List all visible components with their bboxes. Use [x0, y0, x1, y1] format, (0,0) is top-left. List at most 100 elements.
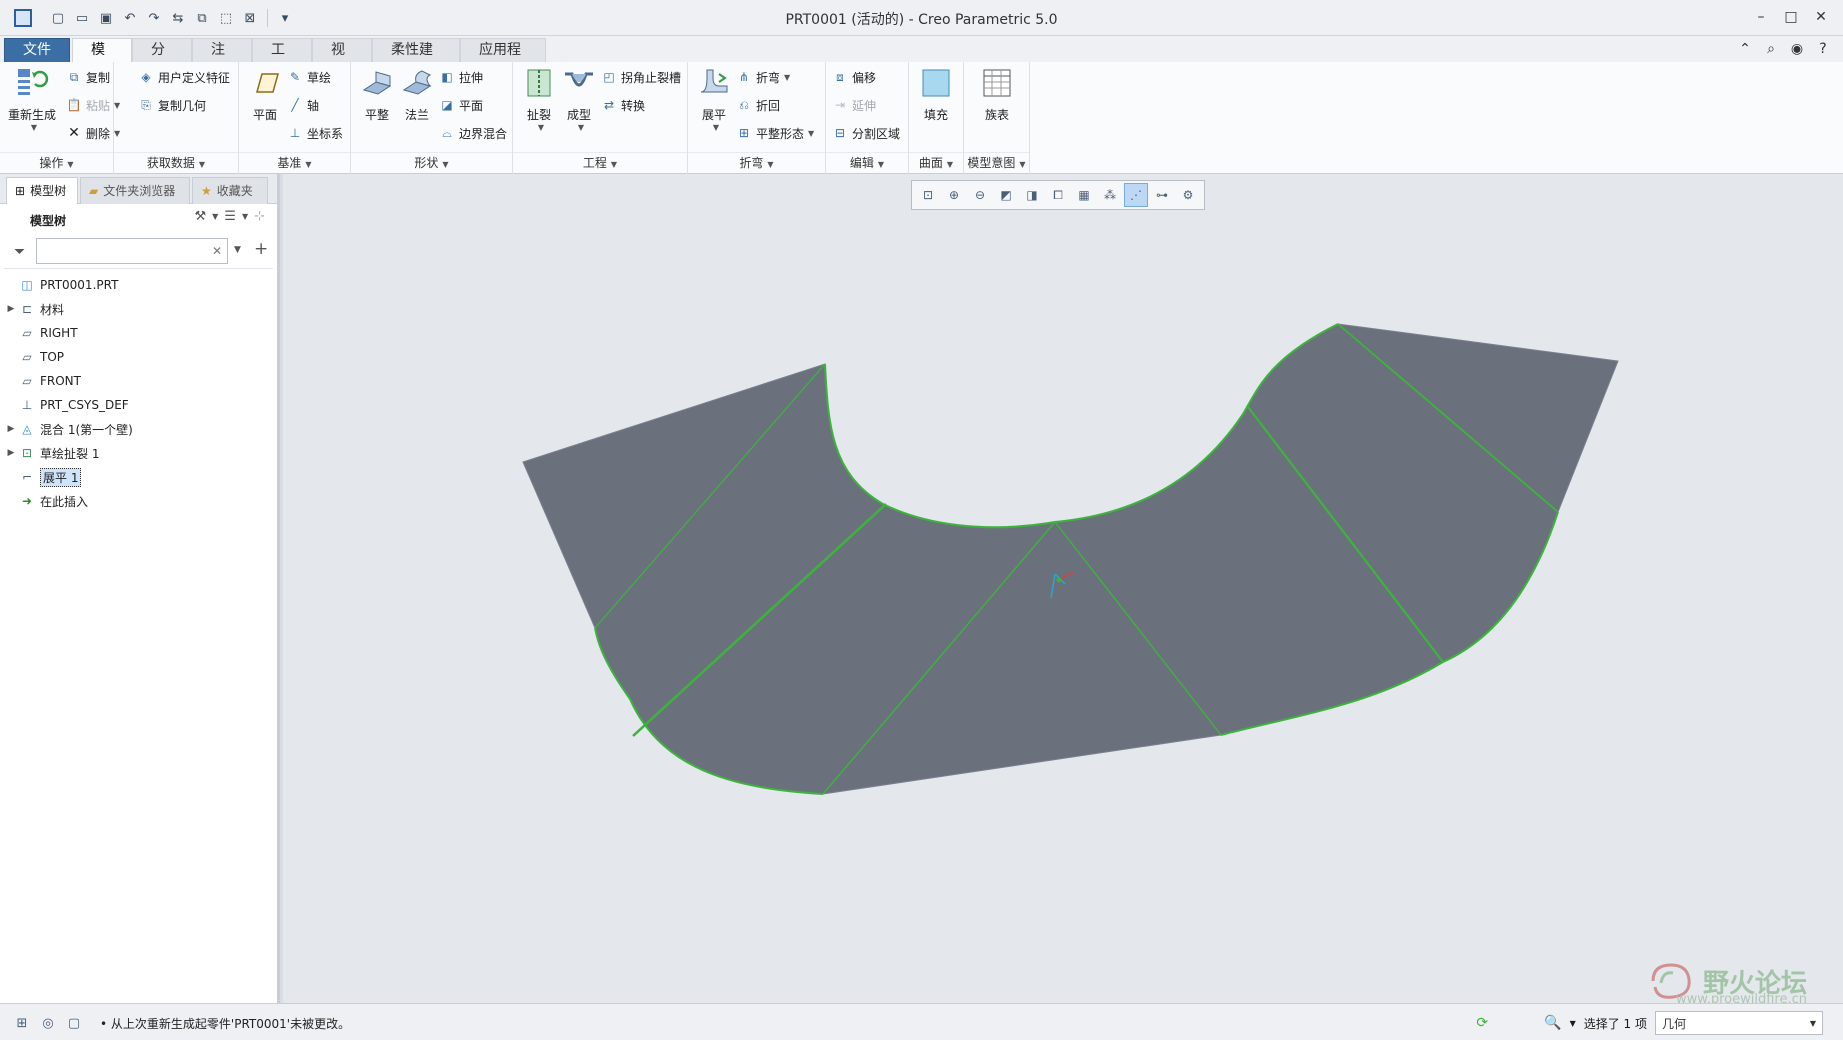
tree-item-sketch-rip[interactable]: ▶ ⊡ 草绘扯裂 1 — [4, 441, 273, 465]
tab-folder-browser[interactable]: ▰ 文件夹浏览器 — [80, 177, 190, 204]
display-style-icon[interactable]: ◨ — [1020, 183, 1044, 207]
select-icon[interactable]: ⬚ — [216, 8, 236, 28]
clear-icon[interactable]: ✕ — [212, 244, 222, 258]
saved-orientations-icon[interactable]: ⧠ — [1046, 183, 1070, 207]
zoom-in-icon[interactable]: ⊕ — [942, 183, 966, 207]
copy-button[interactable]: ⧉ 复制 — [66, 66, 110, 88]
zoom-out-icon[interactable]: ⊖ — [968, 183, 992, 207]
tree-item-blend[interactable]: ▶ ◬ 混合 1(第一个壁) — [4, 417, 273, 441]
redo-icon[interactable]: ↷ — [144, 8, 164, 28]
customize-icon[interactable]: ▾ — [275, 8, 295, 28]
tree-item-csys[interactable]: ⊥ PRT_CSYS_DEF — [4, 393, 273, 417]
fullscreen-icon[interactable]: ▢ — [64, 1013, 84, 1033]
collapse-ribbon-icon[interactable]: ⌃ — [1735, 39, 1755, 59]
bend-back-button[interactable]: ⎌ 折回 — [736, 94, 780, 116]
annotation-display-icon[interactable]: ⋰ — [1124, 183, 1148, 207]
offset-button[interactable]: ⧈ 偏移 — [832, 66, 876, 88]
close-icon[interactable]: ✕ — [1809, 6, 1833, 28]
tree-item-part[interactable]: ◫ PRT0001.PRT — [4, 273, 273, 297]
tree-item-material[interactable]: ▶ ⊏ 材料 — [4, 297, 273, 321]
flat-state-button[interactable]: ⊞ 平整形态 ▼ — [736, 122, 814, 144]
help-icon[interactable]: ? — [1813, 39, 1833, 59]
group-label-shapes[interactable]: 形状 ▼ — [351, 152, 512, 172]
convert-button[interactable]: ⇄ 转换 — [601, 94, 645, 116]
search-dropdown-icon[interactable]: ▼ — [234, 245, 241, 255]
dropdown-icon[interactable]: ▼ — [31, 123, 37, 132]
tab-file[interactable]: 文件 — [4, 38, 70, 62]
regenerate-button[interactable]: 重新生成 ▼ — [6, 66, 58, 132]
axis-button[interactable]: ╱ 轴 — [287, 94, 319, 116]
maximize-icon[interactable]: □ — [1779, 6, 1803, 28]
paste-button[interactable]: 📋 粘贴 ▼ — [66, 94, 121, 116]
tree-item-insert-here[interactable]: ➜ 在此插入 — [4, 489, 273, 513]
dropdown-icon[interactable]: ▼ — [212, 212, 218, 221]
tab-flexible-modeling[interactable]: 柔性建模 — [372, 38, 460, 81]
navigator-icon[interactable]: ⊞ — [12, 1013, 32, 1033]
tree-settings-icon[interactable]: ⚒ — [194, 209, 206, 224]
refit-icon[interactable]: ⊡ — [916, 183, 940, 207]
tab-model[interactable]: 模型 — [72, 38, 132, 81]
repaint-icon[interactable]: ◩ — [994, 183, 1018, 207]
group-label-model-intent[interactable]: 模型意图 ▼ — [964, 152, 1029, 172]
sketch-button[interactable]: ✎ 草绘 — [287, 66, 331, 88]
graphics-window[interactable]: ⊡ ⊕ ⊖ ◩ ◨ ⧠ ▦ ⁂ ⋰ ⊶ ⚙ 野火论坛 www.proewildf… — [283, 174, 1843, 1007]
tab-view[interactable]: 视图 — [312, 38, 372, 81]
expand-icon[interactable]: ▶ — [4, 304, 18, 314]
udf-button[interactable]: ◈ 用户定义特征 — [138, 66, 230, 88]
unbent-surface[interactable] — [522, 323, 1619, 795]
undo-icon[interactable]: ↶ — [120, 8, 140, 28]
corner-relief-button[interactable]: ◰ 拐角止裂槽 — [601, 66, 681, 88]
search-input[interactable] — [36, 238, 228, 264]
sheetmetal-model[interactable] — [283, 174, 1843, 1003]
view-manager-icon[interactable]: ▦ — [1072, 183, 1096, 207]
planar-button[interactable]: ◪ 平面 — [439, 94, 483, 116]
tab-applications[interactable]: 应用程序 — [460, 38, 546, 81]
tab-annotate[interactable]: 注释 — [192, 38, 252, 81]
group-label-datum[interactable]: 基准 ▼ — [239, 152, 350, 172]
fill-button[interactable]: 填充 — [910, 66, 962, 123]
dropdown-icon[interactable]: ▼ — [1570, 1019, 1576, 1028]
flange-button[interactable]: 法兰 — [391, 66, 443, 123]
datum-plane-button[interactable]: 平面 — [239, 66, 291, 123]
family-table-button[interactable]: 族表 — [971, 66, 1023, 123]
group-label-engineering[interactable]: 工程 ▼ — [513, 152, 687, 172]
tree-item-right[interactable]: ▱ RIGHT — [4, 321, 273, 345]
tab-favorites[interactable]: ★ 收藏夹 — [192, 177, 268, 204]
copy-geometry-button[interactable]: ⎘ 复制几何 — [138, 94, 206, 116]
extrude-button[interactable]: ◧ 拉伸 — [439, 66, 483, 88]
tab-model-tree[interactable]: ⊞ 模型树 — [6, 177, 78, 204]
add-icon[interactable]: + — [254, 239, 268, 259]
group-label-bends[interactable]: 折弯 ▼ — [688, 152, 825, 172]
windows-icon[interactable]: ⧉ — [192, 8, 212, 28]
spin-center-icon[interactable]: ⊶ — [1150, 183, 1174, 207]
open-icon[interactable]: ▭ — [72, 8, 92, 28]
regenerate-icon[interactable]: ⇆ — [168, 8, 188, 28]
appearance-icon[interactable]: ⚙ — [1176, 183, 1200, 207]
split-area-button[interactable]: ⊟ 分割区域 — [832, 122, 900, 144]
filter-icon[interactable]: ⏷ — [14, 244, 25, 260]
csys-button[interactable]: ⊥ 坐标系 — [287, 122, 343, 144]
tree-show-icon[interactable]: ☰ — [224, 209, 236, 224]
unbend-button[interactable]: 展平 ▼ — [688, 66, 740, 132]
app-icon[interactable] — [14, 9, 32, 27]
group-label-get-data[interactable]: 获取数据 ▼ — [114, 152, 238, 172]
group-label-editing[interactable]: 编辑 ▼ — [826, 152, 908, 172]
browser-icon[interactable]: ◎ — [38, 1013, 58, 1033]
search-icon[interactable]: ⌕ — [1761, 39, 1781, 59]
delete-button[interactable]: ✕ 删除 ▼ — [66, 122, 120, 144]
extend-button[interactable]: ⇥ 延伸 — [832, 94, 876, 116]
regen-status-icon[interactable]: ⟳ — [1476, 1015, 1488, 1031]
tab-tools[interactable]: 工具 — [252, 38, 312, 81]
group-label-operations[interactable]: 操作 ▼ — [0, 152, 113, 172]
save-icon[interactable]: ▣ — [96, 8, 116, 28]
form-button[interactable]: 成型 ▼ — [553, 66, 605, 132]
new-icon[interactable]: ▢ — [48, 8, 68, 28]
close-window-icon[interactable]: ⊠ — [240, 8, 260, 28]
dropdown-icon[interactable]: ▼ — [242, 212, 248, 221]
datum-display-icon[interactable]: ⁂ — [1098, 183, 1122, 207]
community-icon[interactable]: ◉ — [1787, 39, 1807, 59]
boundary-blend-button[interactable]: ⌓ 边界混合 — [439, 122, 507, 144]
expand-icon[interactable]: ▶ — [4, 448, 18, 458]
minimize-icon[interactable]: – — [1749, 6, 1773, 28]
tree-item-unbend[interactable]: ⌐ 展平 1 — [4, 465, 273, 489]
